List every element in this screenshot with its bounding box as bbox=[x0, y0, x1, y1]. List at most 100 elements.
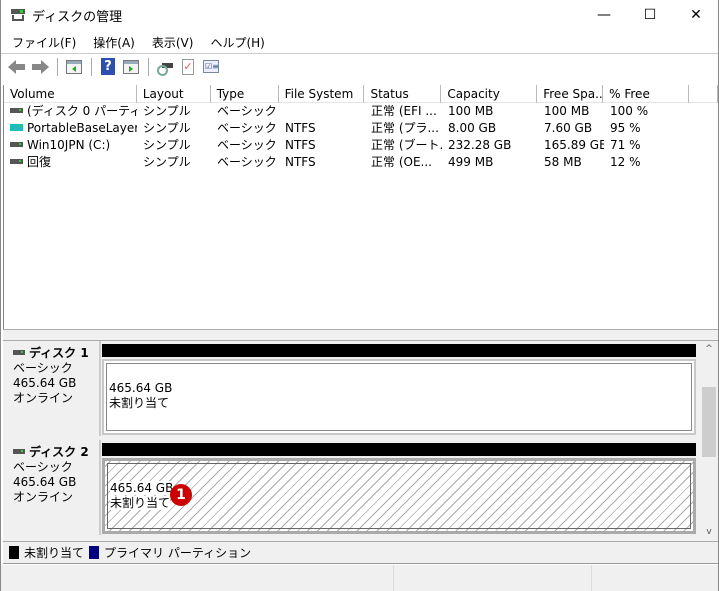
volume-free-space: 100 MB bbox=[544, 104, 590, 118]
partition-type-bar bbox=[102, 443, 696, 456]
unallocated-partition-selected[interactable]: 465.64 GB 未割り当て 1 bbox=[102, 458, 696, 534]
table-row[interactable]: PortableBaseLayer シンプル ベーシック NTFS 正常 (プラ… bbox=[4, 120, 718, 137]
disk-map: 465.64 GB 未割り当て 1 bbox=[102, 443, 696, 535]
volume-type: ベーシック bbox=[217, 104, 277, 118]
unallocated-partition[interactable]: 465.64 GB 未割り当て bbox=[102, 359, 696, 435]
column-header-type[interactable]: Type bbox=[211, 85, 279, 103]
disk-info[interactable]: ディスク 2 ベーシック 465.64 GB オンライン bbox=[7, 440, 101, 535]
volume-file-system: NTFS bbox=[285, 121, 316, 135]
volume-capacity: 232.28 GB bbox=[448, 138, 512, 152]
disk-type: ベーシック bbox=[13, 460, 73, 474]
maximize-button[interactable]: ☐ bbox=[627, 0, 673, 30]
close-button[interactable]: ✕ bbox=[673, 0, 719, 30]
disk-management-icon bbox=[11, 9, 25, 21]
forward-button[interactable] bbox=[29, 57, 51, 77]
window-title: ディスクの管理 bbox=[32, 9, 123, 25]
disk-state: オンライン bbox=[13, 490, 74, 504]
column-header-percent-free[interactable]: % Free bbox=[603, 85, 690, 103]
properties-icon: ☑≡ bbox=[203, 60, 219, 73]
scroll-down-icon[interactable]: v bbox=[700, 524, 718, 541]
volume-name: Win10JPN (C:) bbox=[27, 138, 111, 152]
legend-swatch-primary bbox=[89, 546, 100, 559]
legend: 未割り当て プライマリ パーティション bbox=[3, 541, 718, 564]
disk-graph-pane: ディスク 1 ベーシック 465.64 GB オンライン 465.64 GB 未… bbox=[3, 341, 700, 541]
legend-swatch-unallocated bbox=[9, 546, 19, 559]
menu-help[interactable]: ヘルプ(H) bbox=[203, 34, 271, 51]
status-bar bbox=[1, 565, 718, 591]
minimize-button[interactable]: — bbox=[581, 0, 627, 30]
forward-icon bbox=[31, 59, 49, 74]
column-header-status[interactable]: Status bbox=[364, 85, 442, 103]
legend-label-primary: プライマリ パーティション bbox=[104, 546, 252, 560]
status-cell bbox=[592, 565, 718, 591]
volume-free-space: 165.89 GB bbox=[544, 138, 604, 152]
annotation-badge: 1 bbox=[170, 484, 192, 506]
check-button[interactable]: ✓ bbox=[177, 57, 199, 77]
disk-info[interactable]: ディスク 1 ベーシック 465.64 GB オンライン bbox=[7, 341, 101, 436]
menu-action[interactable]: 操作(A) bbox=[86, 34, 142, 51]
status-cell bbox=[1, 565, 394, 591]
scroll-thumb[interactable] bbox=[702, 387, 716, 457]
column-header-file-system[interactable]: File System bbox=[279, 85, 365, 103]
volume-percent-free: 12 % bbox=[610, 155, 641, 169]
volume-status: 正常 (EFI ... bbox=[371, 104, 437, 118]
show-hide-action-pane-button[interactable] bbox=[120, 57, 142, 77]
menu-bar: ファイル(F) 操作(A) 表示(V) ヘルプ(H) bbox=[1, 31, 718, 53]
column-header-free-space[interactable]: Free Spa... bbox=[537, 85, 604, 103]
column-header-layout[interactable]: Layout bbox=[137, 85, 211, 103]
disk-management-window: ディスクの管理 — ☐ ✕ ファイル(F) 操作(A) 表示(V) ヘルプ(H)… bbox=[0, 0, 719, 591]
drive-cyan-icon bbox=[10, 124, 23, 131]
table-row[interactable]: (ディスク 0 パーティシ... シンプル ベーシック 正常 (EFI ... … bbox=[4, 103, 718, 120]
disk-icon bbox=[13, 350, 25, 355]
partition-size: 465.64 GB bbox=[110, 481, 174, 495]
partition-size: 465.64 GB bbox=[109, 381, 173, 395]
volume-percent-free: 95 % bbox=[610, 121, 641, 135]
vertical-scrollbar[interactable]: ^ v bbox=[700, 341, 718, 541]
properties-button[interactable]: ☑≡ bbox=[200, 57, 222, 77]
connect-button[interactable] bbox=[154, 57, 176, 77]
volume-free-space: 58 MB bbox=[544, 155, 582, 169]
partition-type-bar bbox=[102, 344, 696, 357]
disk-row: ディスク 1 ベーシック 465.64 GB オンライン 465.64 GB 未… bbox=[3, 341, 700, 438]
toolbar-separator bbox=[57, 57, 58, 76]
console-tree-icon bbox=[66, 59, 82, 74]
check-icon: ✓ bbox=[182, 58, 194, 75]
drive-icon bbox=[10, 108, 23, 113]
status-cell bbox=[394, 565, 592, 591]
volume-type: ベーシック bbox=[217, 121, 277, 135]
volume-status: 正常 (OE... bbox=[371, 155, 432, 169]
volume-file-system: NTFS bbox=[285, 155, 316, 169]
volume-file-system bbox=[279, 103, 365, 120]
help-icon: ? bbox=[101, 58, 115, 75]
disk-size: 465.64 GB bbox=[13, 475, 77, 489]
show-hide-console-tree-button[interactable] bbox=[63, 57, 85, 77]
volume-layout: シンプル bbox=[143, 138, 191, 152]
table-row[interactable]: Win10JPN (C:) シンプル ベーシック NTFS 正常 (ブート...… bbox=[4, 137, 718, 154]
pane-splitter[interactable] bbox=[3, 329, 718, 341]
volume-percent-free: 100 % bbox=[610, 104, 649, 118]
volume-file-system: NTFS bbox=[285, 138, 316, 152]
column-header-volume[interactable]: Volume bbox=[4, 85, 137, 103]
disk-map: 465.64 GB 未割り当て bbox=[102, 344, 696, 436]
volume-percent-free: 71 % bbox=[610, 138, 641, 152]
toolbar-separator bbox=[91, 57, 92, 76]
table-row[interactable]: 回復 シンプル ベーシック NTFS 正常 (OE... 499 MB 58 M… bbox=[4, 154, 718, 171]
volume-name: PortableBaseLayer bbox=[27, 121, 137, 135]
drive-icon bbox=[10, 159, 23, 164]
toolbar: ? ✓ ☑≡ bbox=[1, 53, 718, 79]
volume-list: Volume Layout Type File System Status Ca… bbox=[3, 85, 718, 329]
menu-view[interactable]: 表示(V) bbox=[145, 34, 201, 51]
volume-capacity: 499 MB bbox=[448, 155, 494, 169]
volume-name: 回復 bbox=[27, 155, 52, 169]
volume-status: 正常 (プラ... bbox=[371, 121, 439, 135]
help-button[interactable]: ? bbox=[97, 57, 119, 77]
disk-name: ディスク 1 bbox=[29, 346, 89, 360]
scroll-up-icon[interactable]: ^ bbox=[700, 341, 718, 358]
column-header-capacity[interactable]: Capacity bbox=[441, 85, 538, 103]
volume-list-header: Volume Layout Type File System Status Ca… bbox=[4, 85, 718, 103]
disk-icon bbox=[13, 449, 25, 454]
back-button[interactable] bbox=[6, 57, 28, 77]
back-icon bbox=[8, 59, 26, 74]
menu-file[interactable]: ファイル(F) bbox=[5, 34, 83, 51]
disk-state: オンライン bbox=[13, 391, 74, 405]
